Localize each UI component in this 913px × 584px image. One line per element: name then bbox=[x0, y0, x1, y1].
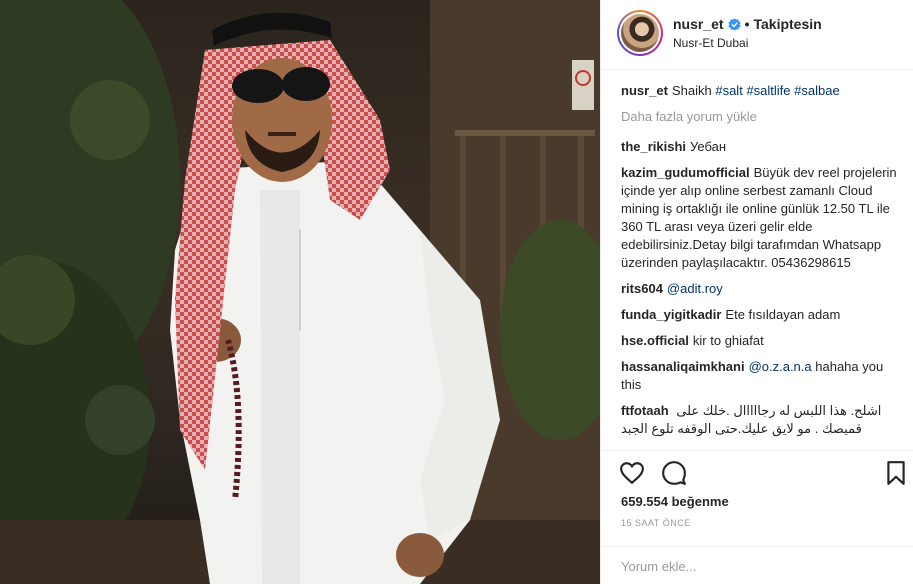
avatar[interactable] bbox=[617, 10, 663, 56]
comment-username[interactable]: hse.official bbox=[621, 333, 689, 348]
location-link[interactable]: Nusr-Et Dubai bbox=[673, 36, 748, 50]
bookmark-icon[interactable] bbox=[883, 460, 909, 486]
hashtag-salbae[interactable]: #salbae bbox=[794, 83, 840, 98]
post-timestamp[interactable]: 15 SAAT ÖNCE bbox=[621, 518, 691, 528]
heart-icon[interactable] bbox=[619, 460, 645, 486]
caption: nusr_et Shaikh #salt #saltlife #salbae bbox=[621, 82, 903, 100]
comment-username[interactable]: the_rikishi bbox=[621, 139, 686, 154]
hashtag-saltlife[interactable]: #saltlife bbox=[746, 83, 790, 98]
avatar-image bbox=[621, 14, 659, 52]
verified-badge-icon bbox=[727, 17, 741, 31]
action-bar bbox=[601, 452, 913, 492]
comment-text: Büyük dev reel projelerin içinde yer alı… bbox=[621, 165, 897, 270]
post-header: nusr_et • Takiptesin Nusr-Et Dubai bbox=[601, 0, 913, 70]
post-side-panel: nusr_et • Takiptesin Nusr-Et Dubai nusr_… bbox=[600, 0, 913, 584]
comment-username[interactable]: kazim_gudumofficial bbox=[621, 165, 750, 180]
likes-count[interactable]: 659.554 beğenme bbox=[621, 494, 729, 509]
follow-separator: • bbox=[744, 16, 750, 32]
comment-item: funda_yigitkadir Ete fısıldayan adam bbox=[621, 306, 903, 324]
comment-text: Ete fısıldayan adam bbox=[725, 307, 841, 322]
comment-username[interactable]: rits604 bbox=[621, 281, 663, 296]
following-button[interactable]: Takiptesin bbox=[753, 16, 821, 32]
comments-list: nusr_et Shaikh #salt #saltlife #salbae Da… bbox=[621, 82, 903, 448]
comment-text: kir to ghiafat bbox=[692, 333, 764, 348]
caption-username[interactable]: nusr_et bbox=[621, 83, 668, 98]
header-user-row: nusr_et • Takiptesin bbox=[673, 16, 822, 32]
comment-username[interactable]: hassanaliqaimkhani bbox=[621, 359, 745, 374]
photo-illustration bbox=[0, 0, 600, 584]
comment-item: ftfotaah اشلح. هذا اللبس له رجااااال .خل… bbox=[621, 402, 903, 438]
comment-icon[interactable] bbox=[661, 460, 687, 486]
post-photo[interactable] bbox=[0, 0, 600, 584]
divider bbox=[601, 450, 913, 451]
comment-text: Уебан bbox=[690, 139, 727, 154]
comment-mention[interactable]: @o.z.a.n.a bbox=[749, 359, 812, 374]
comment-item: hassanaliqaimkhani @o.z.a.n.a hahaha you … bbox=[621, 358, 903, 394]
comment-username[interactable]: funda_yigitkadir bbox=[621, 307, 721, 322]
comment-item: hse.official kir to ghiafat bbox=[621, 332, 903, 350]
load-more-comments-button[interactable]: Daha fazla yorum yükle bbox=[621, 108, 903, 126]
comment-form bbox=[601, 546, 913, 584]
hashtag-salt[interactable]: #salt bbox=[715, 83, 742, 98]
comment-item: kazim_gudumofficial Büyük dev reel projel… bbox=[621, 164, 903, 272]
comment-username[interactable]: ftfotaah bbox=[621, 403, 669, 418]
comment-item: the_rikishi Уебан bbox=[621, 138, 903, 156]
comment-mention[interactable]: @adit.roy bbox=[667, 281, 723, 296]
comment-input[interactable] bbox=[621, 556, 891, 576]
comment-item: rits604 @adit.roy bbox=[621, 280, 903, 298]
caption-text: Shaikh bbox=[671, 83, 712, 98]
header-username[interactable]: nusr_et bbox=[673, 16, 724, 32]
